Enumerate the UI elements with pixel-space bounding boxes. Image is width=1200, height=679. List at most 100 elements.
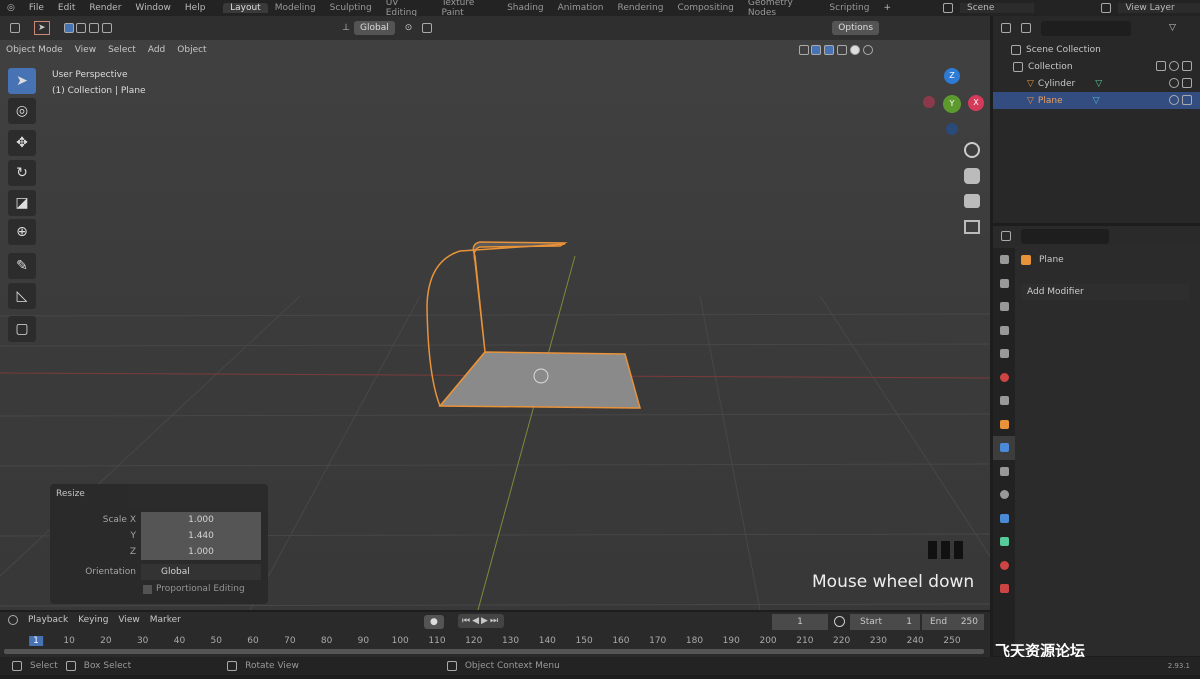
menu-render[interactable]: Render [82,3,128,13]
collection-tab-icon[interactable] [993,389,1015,413]
playback-controls[interactable]: ⏮◀▶⏭ [458,614,505,628]
proportional-checkbox[interactable] [143,585,152,594]
scale-y-field[interactable]: 1.440 [141,528,261,544]
shading-icons[interactable] [793,44,879,56]
auto-keying-button[interactable]: ● [424,615,444,629]
filter-icon[interactable]: ▽ [1169,23,1176,33]
zoom-icon[interactable] [964,142,980,158]
visibility-icons[interactable] [1169,95,1192,106]
select-box-tool[interactable]: ➤ [8,68,36,94]
view-layer-tab-icon[interactable] [993,319,1015,343]
select-mode-icons[interactable] [63,22,113,34]
gizmo-neg-x[interactable] [923,96,935,108]
clock-icon[interactable] [834,616,845,627]
menu-keying[interactable]: Keying [78,615,108,625]
menu-edit[interactable]: Edit [51,3,82,13]
texture-tab-icon[interactable] [993,577,1015,601]
gizmo-y-axis[interactable]: Y [943,95,961,113]
material-tab-icon[interactable] [993,554,1015,578]
collection-row[interactable]: Collection [993,58,1200,75]
outliner-search[interactable] [1041,20,1131,36]
add-workspace-button[interactable]: + [876,3,898,13]
editor-type-icon[interactable] [10,22,20,34]
visibility-icons[interactable] [1156,61,1192,72]
redo-panel-title[interactable]: Resize [56,489,85,499]
mode-dropdown[interactable]: Object Mode [0,45,69,55]
scene-icon[interactable] [936,2,960,14]
playhead[interactable]: 1 [29,636,43,646]
menu-window[interactable]: Window [128,3,178,13]
tab-modeling[interactable]: Modeling [268,3,323,13]
pivot-icon[interactable]: ⊙ [405,23,413,33]
outliner-item-plane[interactable]: ▽ Plane ▽ [993,92,1200,109]
outliner-item-cylinder[interactable]: ▽ Cylinder ▽ [993,75,1200,92]
annotate-tool[interactable]: ✎ [8,253,36,279]
modifier-tab-icon[interactable] [993,436,1015,460]
tab-sculpting[interactable]: Sculpting [323,3,379,13]
constraints-tab-icon[interactable] [993,507,1015,531]
output-tab-icon[interactable] [993,295,1015,319]
blender-logo-icon[interactable]: ◎ [0,3,22,13]
particles-tab-icon[interactable] [993,460,1015,484]
menu-help[interactable]: Help [178,3,213,13]
view-layer-icon[interactable] [1094,2,1118,14]
menu-playback[interactable]: Playback [28,615,68,625]
orientation-dropdown[interactable]: Global [354,21,395,35]
tab-rendering[interactable]: Rendering [611,3,671,13]
data-tab-icon[interactable] [993,530,1015,554]
properties-search[interactable] [1021,228,1109,244]
camera-icon[interactable] [964,194,980,208]
tab-animation[interactable]: Animation [551,3,611,13]
gizmo-x-axis[interactable]: X [968,95,984,111]
options-dropdown[interactable]: Options [832,21,880,35]
visibility-icons[interactable] [1169,78,1192,89]
scene-field[interactable]: Scene [959,3,1035,13]
transform-tool[interactable]: ⊕ [8,219,36,245]
move-tool[interactable]: ✥ [8,130,36,156]
menu-add[interactable]: Add [142,45,171,55]
editor-type-icon[interactable] [8,615,18,626]
rotate-tool[interactable]: ↻ [8,160,36,186]
scale-x-field[interactable]: 1.000 [141,512,261,528]
physics-tab-icon[interactable] [993,483,1015,507]
menu-file[interactable]: File [22,3,51,13]
add-cube-tool[interactable]: ▢ [8,316,36,342]
scene-tab-icon[interactable] [993,342,1015,366]
current-frame-field[interactable]: 1 [772,614,828,630]
grid-view-icon[interactable] [964,220,980,234]
orientation-select[interactable]: Global [141,564,261,580]
snap-icon[interactable] [422,22,433,34]
scale-tool[interactable]: ◪ [8,190,36,216]
editor-type-icon[interactable] [1001,230,1011,242]
select-tool-icon[interactable]: ➤ [34,21,50,35]
scale-z-field[interactable]: 1.000 [141,544,261,560]
menu-object[interactable]: Object [171,45,212,55]
frame-tick: 150 [575,636,593,646]
cursor-tool[interactable]: ◎ [8,98,36,124]
tab-shading[interactable]: Shading [500,3,551,13]
tool-tab-icon[interactable] [993,248,1015,272]
tab-scripting[interactable]: Scripting [822,3,876,13]
add-modifier-dropdown[interactable]: Add Modifier [1021,284,1189,300]
tab-compositing[interactable]: Compositing [670,3,740,13]
end-frame-field[interactable]: End 250 [922,614,984,630]
menu-view[interactable]: View [118,615,139,625]
object-name[interactable]: Plane [1039,255,1064,265]
view-layer-field[interactable]: View Layer [1118,3,1200,13]
menu-select[interactable]: Select [102,45,142,55]
pan-icon[interactable] [964,168,980,184]
gizmo-z-axis[interactable]: Z [944,68,960,84]
menu-marker[interactable]: Marker [150,615,181,625]
gizmo-neg-z[interactable] [946,123,958,135]
tab-layout[interactable]: Layout [223,3,268,13]
timeline-scrollbar[interactable] [4,649,984,654]
start-frame-field[interactable]: Start 1 [850,614,920,630]
menu-view[interactable]: View [69,45,102,55]
render-tab-icon[interactable] [993,272,1015,296]
object-tab-icon[interactable] [993,413,1015,437]
world-tab-icon[interactable] [993,366,1015,390]
measure-tool[interactable]: ◺ [8,283,36,309]
display-mode-icon[interactable] [1001,22,1011,34]
scene-collection-row[interactable]: Scene Collection [993,41,1200,58]
filter-view-icon[interactable] [1021,22,1031,34]
